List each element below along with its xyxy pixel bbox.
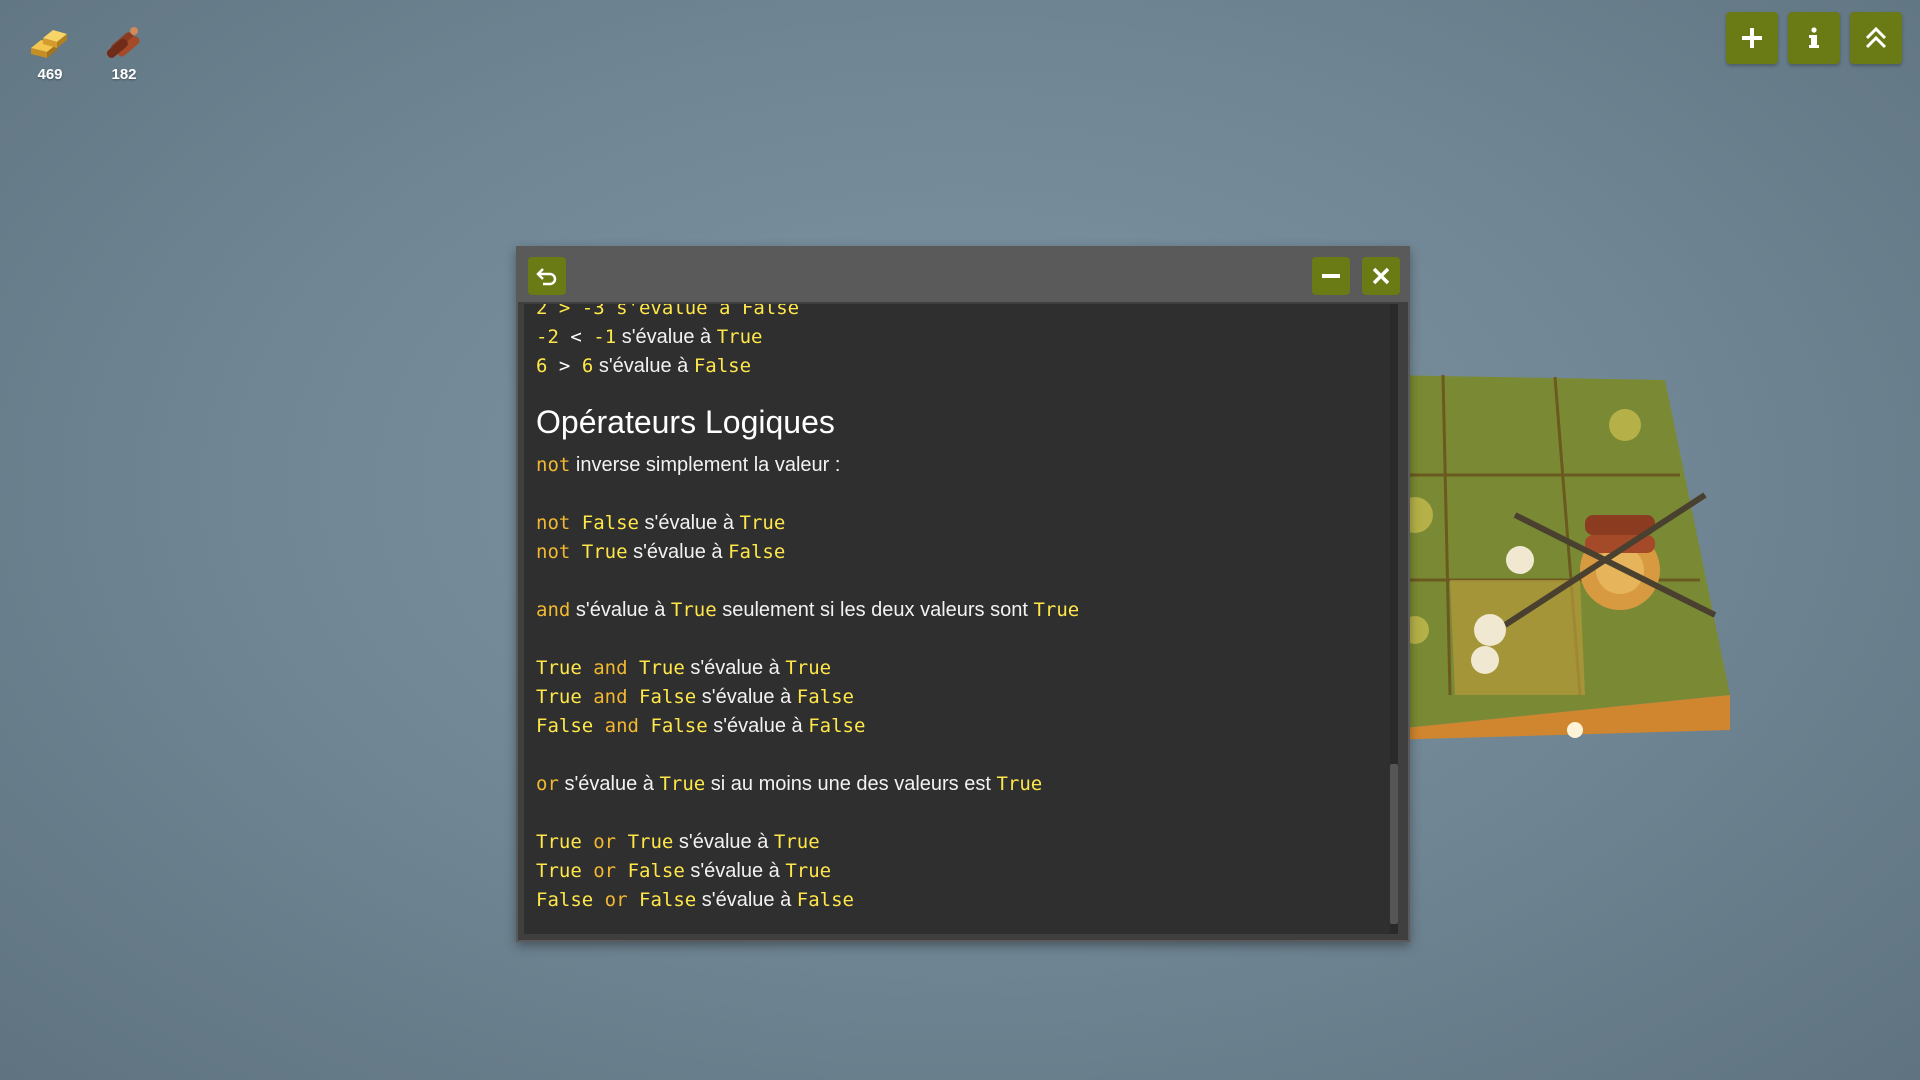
and-example: True and True s'évalue à True bbox=[536, 657, 832, 679]
game-board[interactable] bbox=[1385, 375, 1745, 755]
not-example: not False s'évalue à True bbox=[536, 512, 786, 534]
scrollbar[interactable] bbox=[1390, 304, 1398, 934]
gold-resource: 469 bbox=[24, 18, 76, 83]
comparison-line: 6 > 6 s'évalue à False bbox=[536, 355, 752, 377]
back-arrow-icon bbox=[536, 268, 557, 286]
comparison-line: -2 < -1 s'évalue à True bbox=[536, 326, 763, 348]
info-button[interactable] bbox=[1788, 12, 1840, 64]
doc-text: 2 > -3 s'évalue à False -2 < -1 s'évalue… bbox=[536, 304, 1378, 915]
info-icon bbox=[1809, 27, 1819, 48]
minus-icon bbox=[1322, 274, 1340, 278]
wood-count: 182 bbox=[111, 66, 137, 83]
or-intro: or s'évalue à True si au moins une des v… bbox=[536, 773, 1043, 795]
gold-bars-icon bbox=[31, 30, 67, 58]
documentation-panel: 2 > -3 s'évalue à False -2 < -1 s'évalue… bbox=[516, 246, 1410, 942]
add-button[interactable] bbox=[1726, 12, 1778, 64]
collapse-up-button[interactable] bbox=[1850, 12, 1902, 64]
wood-logs-icon bbox=[106, 27, 140, 58]
or-example: True or False s'évalue à True bbox=[536, 860, 832, 882]
top-toolbar bbox=[1726, 12, 1902, 64]
scrollbar-thumb[interactable] bbox=[1390, 764, 1398, 924]
and-example: True and False s'évalue à False bbox=[536, 686, 854, 708]
minimize-button[interactable] bbox=[1312, 257, 1350, 295]
double-chevron-up-icon bbox=[1865, 26, 1887, 49]
partial-line: 2 > -3 s'évalue à False bbox=[536, 304, 800, 319]
not-intro: not inverse simplement la valeur : bbox=[536, 454, 841, 476]
gold-count: 469 bbox=[37, 66, 63, 83]
plus-icon bbox=[1742, 28, 1762, 48]
wood-resource: 182 bbox=[98, 18, 150, 83]
not-example: not True s'évalue à False bbox=[536, 541, 786, 563]
panel-content[interactable]: 2 > -3 s'évalue à False -2 < -1 s'évalue… bbox=[524, 304, 1398, 934]
and-intro: and s'évalue à True seulement si les deu… bbox=[536, 599, 1080, 621]
back-button[interactable] bbox=[528, 257, 566, 295]
and-example: False and False s'évalue à False bbox=[536, 715, 866, 737]
or-example: False or False s'évalue à False bbox=[536, 889, 854, 911]
section-heading: Opérateurs Logiques bbox=[536, 404, 835, 440]
panel-header bbox=[518, 248, 1408, 302]
or-example: True or True s'évalue à True bbox=[536, 831, 820, 853]
resource-bar: 469 182 bbox=[24, 18, 150, 83]
close-button[interactable] bbox=[1362, 257, 1400, 295]
close-icon bbox=[1372, 267, 1390, 285]
